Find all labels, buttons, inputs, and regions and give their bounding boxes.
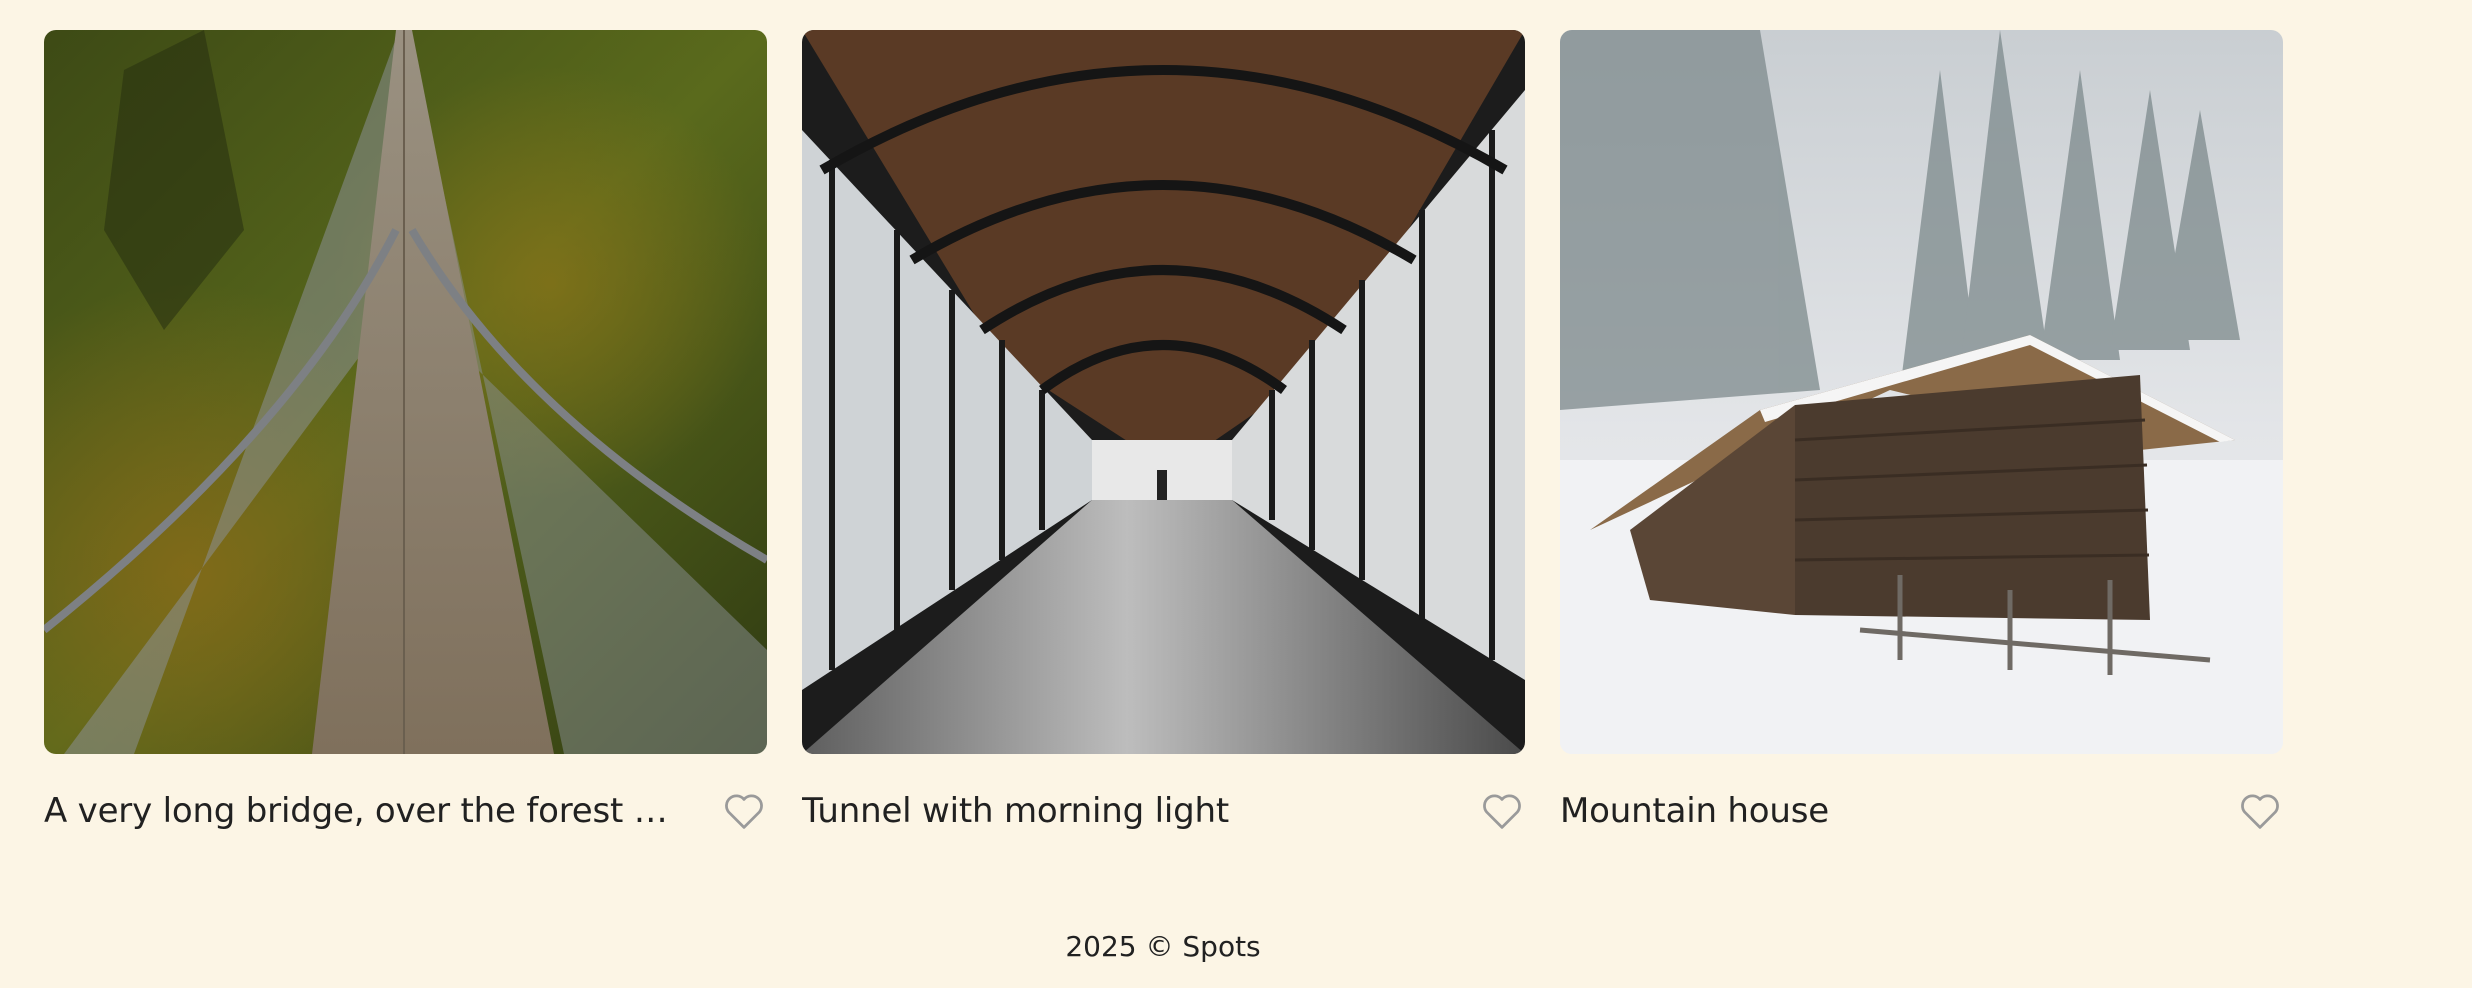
card-footer: Mountain house xyxy=(1560,786,2283,836)
card-gallery: A very long bridge, over the forest a... xyxy=(44,30,2283,836)
like-button[interactable] xyxy=(2237,790,2283,832)
heart-icon xyxy=(725,794,763,829)
card: A very long bridge, over the forest a... xyxy=(44,30,767,836)
card: Mountain house xyxy=(1560,30,2283,836)
copyright-text: 2025 © Spots xyxy=(1065,930,1261,963)
bridge-image xyxy=(44,30,767,754)
card-image[interactable] xyxy=(1560,30,2283,754)
card-footer: A very long bridge, over the forest a... xyxy=(44,786,767,836)
tunnel-image xyxy=(802,30,1525,754)
card-title: Tunnel with morning light xyxy=(802,791,1229,831)
like-button[interactable] xyxy=(1479,790,1525,832)
house-image xyxy=(1560,30,2283,754)
page-footer: 2025 © Spots xyxy=(0,930,2326,963)
heart-icon xyxy=(1483,794,1521,829)
page: A very long bridge, over the forest a... xyxy=(0,0,2472,988)
card-footer: Tunnel with morning light xyxy=(802,786,1525,836)
card-title: Mountain house xyxy=(1560,791,1829,831)
card-image[interactable] xyxy=(44,30,767,754)
card-title: A very long bridge, over the forest a... xyxy=(44,791,684,831)
card-image[interactable] xyxy=(802,30,1525,754)
card: Tunnel with morning light xyxy=(802,30,1525,836)
heart-icon xyxy=(2241,794,2279,829)
like-button[interactable] xyxy=(721,790,767,832)
